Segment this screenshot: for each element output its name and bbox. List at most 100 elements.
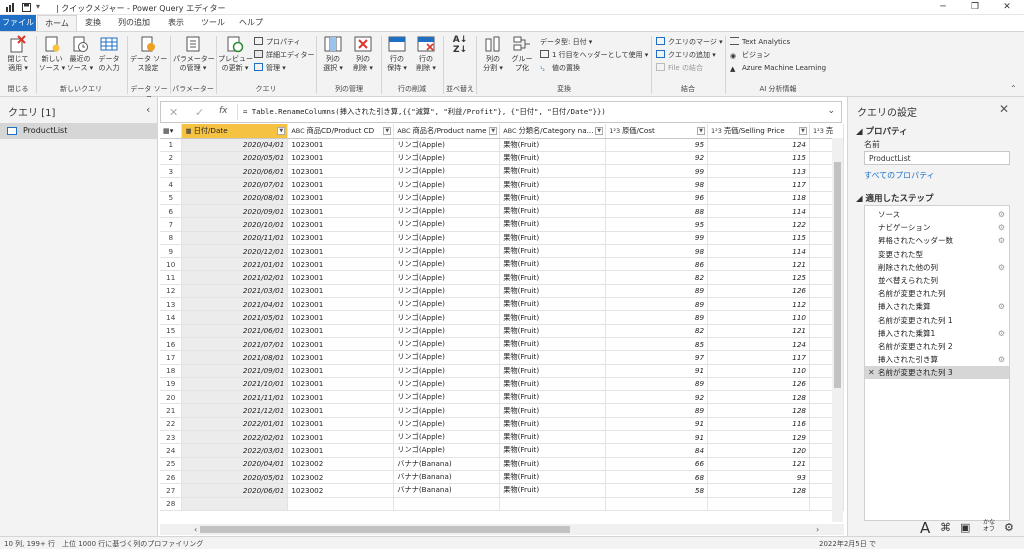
category-cell[interactable]: 果物(Fruit) xyxy=(499,483,607,498)
product-cd-cell[interactable]: 1023001 xyxy=(287,204,395,219)
category-cell[interactable]: 果物(Fruit) xyxy=(499,177,607,192)
selling-price-cell[interactable] xyxy=(707,497,810,511)
product-cd-cell[interactable]: 1023001 xyxy=(287,151,395,166)
category-cell[interactable]: 果物(Fruit) xyxy=(499,217,607,232)
product-name-cell[interactable]: リンゴ(Apple) xyxy=(393,324,501,338)
date-cell[interactable]: 2021/04/01 xyxy=(181,297,289,312)
product-name-cell[interactable]: リンゴ(Apple) xyxy=(393,377,501,392)
date-cell[interactable]: 2021/10/01 xyxy=(181,377,289,392)
date-cell[interactable]: 2021/01/01 xyxy=(181,257,289,272)
selling-price-cell[interactable]: 126 xyxy=(707,284,810,299)
data-source-settings-button[interactable]: データ ソー ス設定 xyxy=(130,35,167,73)
recent-sources-button[interactable]: 最近の ソース ▾ xyxy=(66,35,94,73)
selling-price-cell[interactable]: 112 xyxy=(707,297,810,312)
product-cd-cell[interactable]: 1023002 xyxy=(287,470,395,485)
cost-cell[interactable]: 92 xyxy=(605,151,709,166)
scroll-right-icon[interactable]: › xyxy=(816,524,819,535)
tab-tools[interactable]: ツール xyxy=(196,15,230,31)
product-cd-cell[interactable]: 1023001 xyxy=(287,297,395,312)
product-name-cell[interactable]: リンゴ(Apple) xyxy=(393,417,501,432)
category-cell[interactable]: 果物(Fruit) xyxy=(499,403,607,418)
column-filter-icon[interactable]: ▼ xyxy=(697,127,706,135)
column-header-selling-price[interactable]: 1²3 売価/Selling Price ▼ xyxy=(707,124,810,139)
product-cd-cell[interactable]: 1023001 xyxy=(287,364,395,378)
applied-step[interactable]: 並べ替えられた列 xyxy=(865,274,1009,287)
applied-step[interactable]: 挿入された乗算 ⚙ xyxy=(865,300,1009,313)
properties-section-header[interactable]: ◢ プロパティ xyxy=(856,125,908,137)
selling-price-cell[interactable]: 93 xyxy=(707,470,810,485)
product-cd-cell[interactable]: 1023002 xyxy=(287,457,395,471)
choose-columns-button[interactable]: 列の 選択 ▾ xyxy=(318,35,348,73)
column-header-product-cd[interactable]: ABC 商品CD/Product CD ▼ xyxy=(287,124,395,139)
replace-values-button[interactable]: ¹₂ 値の置換 xyxy=(540,63,580,73)
product-cd-cell[interactable]: 1023001 xyxy=(287,324,395,338)
tab-add-column[interactable]: 列の追加 xyxy=(110,15,158,31)
remove-columns-button[interactable]: 列の 削除 ▾ xyxy=(348,35,378,73)
category-cell[interactable]: 果物(Fruit) xyxy=(499,257,607,272)
advanced-editor-button[interactable]: 詳細エディター xyxy=(254,50,315,60)
formula-input[interactable]: = Table.RenameColumns(挿入された引き算,{{"減算", "… xyxy=(243,107,606,117)
product-cd-cell[interactable]: 1023001 xyxy=(287,443,395,458)
vertical-scrollbar[interactable] xyxy=(832,138,843,522)
selling-price-cell[interactable]: 124 xyxy=(707,138,810,152)
table-row[interactable]: 28 xyxy=(160,497,844,511)
product-name-cell[interactable]: リンゴ(Apple) xyxy=(393,138,501,152)
selling-price-cell[interactable]: 128 xyxy=(707,403,810,418)
table-row[interactable]: 16 2021/07/01 1023001 リンゴ(Apple) 果物(Fruit) 85… xyxy=(160,337,844,352)
cost-cell[interactable]: 88 xyxy=(605,204,709,219)
cost-cell[interactable] xyxy=(605,497,709,511)
date-cell[interactable]: 2020/07/01 xyxy=(181,177,289,192)
product-name-cell[interactable]: リンゴ(Apple) xyxy=(393,244,501,259)
applied-step[interactable]: 名前が変更された列 1 xyxy=(865,314,1009,327)
cost-cell[interactable]: 89 xyxy=(605,284,709,299)
product-cd-cell[interactable]: 1023001 xyxy=(287,284,395,299)
date-cell[interactable]: 2021/05/01 xyxy=(181,310,289,325)
date-cell[interactable]: 2020/04/01 xyxy=(181,457,289,471)
cost-cell[interactable]: 89 xyxy=(605,310,709,325)
column-filter-icon[interactable]: ▼ xyxy=(489,127,498,135)
date-cell[interactable]: 2022/01/01 xyxy=(181,417,289,432)
cost-cell[interactable]: 84 xyxy=(605,443,709,458)
cost-cell[interactable]: 91 xyxy=(605,417,709,432)
category-cell[interactable]: 果物(Fruit) xyxy=(499,191,607,205)
table-row[interactable]: 24 2022/03/01 1023001 リンゴ(Apple) 果物(Fruit) 84… xyxy=(160,443,844,458)
column-header-cost[interactable]: 1²3 原価/Cost ▼ xyxy=(605,124,709,139)
product-cd-cell[interactable]: 1023001 xyxy=(287,257,395,272)
category-cell[interactable]: 果物(Fruit) xyxy=(499,457,607,471)
date-cell[interactable] xyxy=(181,497,289,511)
product-cd-cell[interactable]: 1023001 xyxy=(287,177,395,192)
product-cd-cell[interactable]: 1023001 xyxy=(287,244,395,259)
table-row[interactable]: 6 2020/09/01 1023001 リンゴ(Apple) 果物(Fruit) 88 1… xyxy=(160,204,844,219)
selling-price-cell[interactable]: 114 xyxy=(707,204,810,219)
settings-gear-icon[interactable]: ⚙ xyxy=(1004,521,1014,534)
vision-button[interactable]: ◉ ビジョン xyxy=(730,50,770,60)
column-header-category[interactable]: ABC 分類名/Category na... ▼ xyxy=(499,124,607,139)
applied-step[interactable]: ナビゲーション ⚙ xyxy=(865,221,1009,234)
product-name-cell[interactable]: リンゴ(Apple) xyxy=(393,443,501,458)
category-cell[interactable]: 果物(Fruit) xyxy=(499,430,607,445)
product-name-cell[interactable] xyxy=(393,497,501,511)
cost-cell[interactable]: 82 xyxy=(605,270,709,285)
cost-cell[interactable]: 98 xyxy=(605,244,709,259)
category-cell[interactable]: 果物(Fruit) xyxy=(499,284,607,299)
table-row[interactable]: 8 2020/11/01 1023001 リンゴ(Apple) 果物(Fruit) 99 1… xyxy=(160,231,844,245)
date-cell[interactable]: 2021/07/01 xyxy=(181,337,289,352)
table-row[interactable]: 7 2020/10/01 1023001 リンゴ(Apple) 果物(Fruit) 95 1… xyxy=(160,217,844,232)
product-name-cell[interactable]: リンゴ(Apple) xyxy=(393,257,501,272)
cost-cell[interactable]: 95 xyxy=(605,217,709,232)
applied-step[interactable]: ソース ⚙ xyxy=(865,208,1009,221)
date-cell[interactable]: 2020/09/01 xyxy=(181,204,289,219)
product-cd-cell[interactable]: 1023001 xyxy=(287,417,395,432)
category-cell[interactable] xyxy=(499,497,607,511)
step-settings-gear-icon[interactable]: ⚙ xyxy=(998,353,1005,366)
combine-files-button[interactable]: File の結合 xyxy=(656,63,703,73)
product-cd-cell[interactable]: 1023001 xyxy=(287,350,395,365)
product-cd-cell[interactable]: 1023001 xyxy=(287,377,395,392)
product-name-cell[interactable]: リンゴ(Apple) xyxy=(393,297,501,312)
collapse-ribbon-icon[interactable]: ⌃ xyxy=(1010,84,1017,93)
product-name-cell[interactable]: リンゴ(Apple) xyxy=(393,164,501,179)
column-header-next[interactable]: 1²3 売 xyxy=(809,124,844,139)
selling-price-cell[interactable]: 117 xyxy=(707,177,810,192)
date-cell[interactable]: 2022/02/01 xyxy=(181,430,289,445)
profiling-mode[interactable]: 上位 1000 行に基づく列のプロファイリング xyxy=(62,539,203,549)
